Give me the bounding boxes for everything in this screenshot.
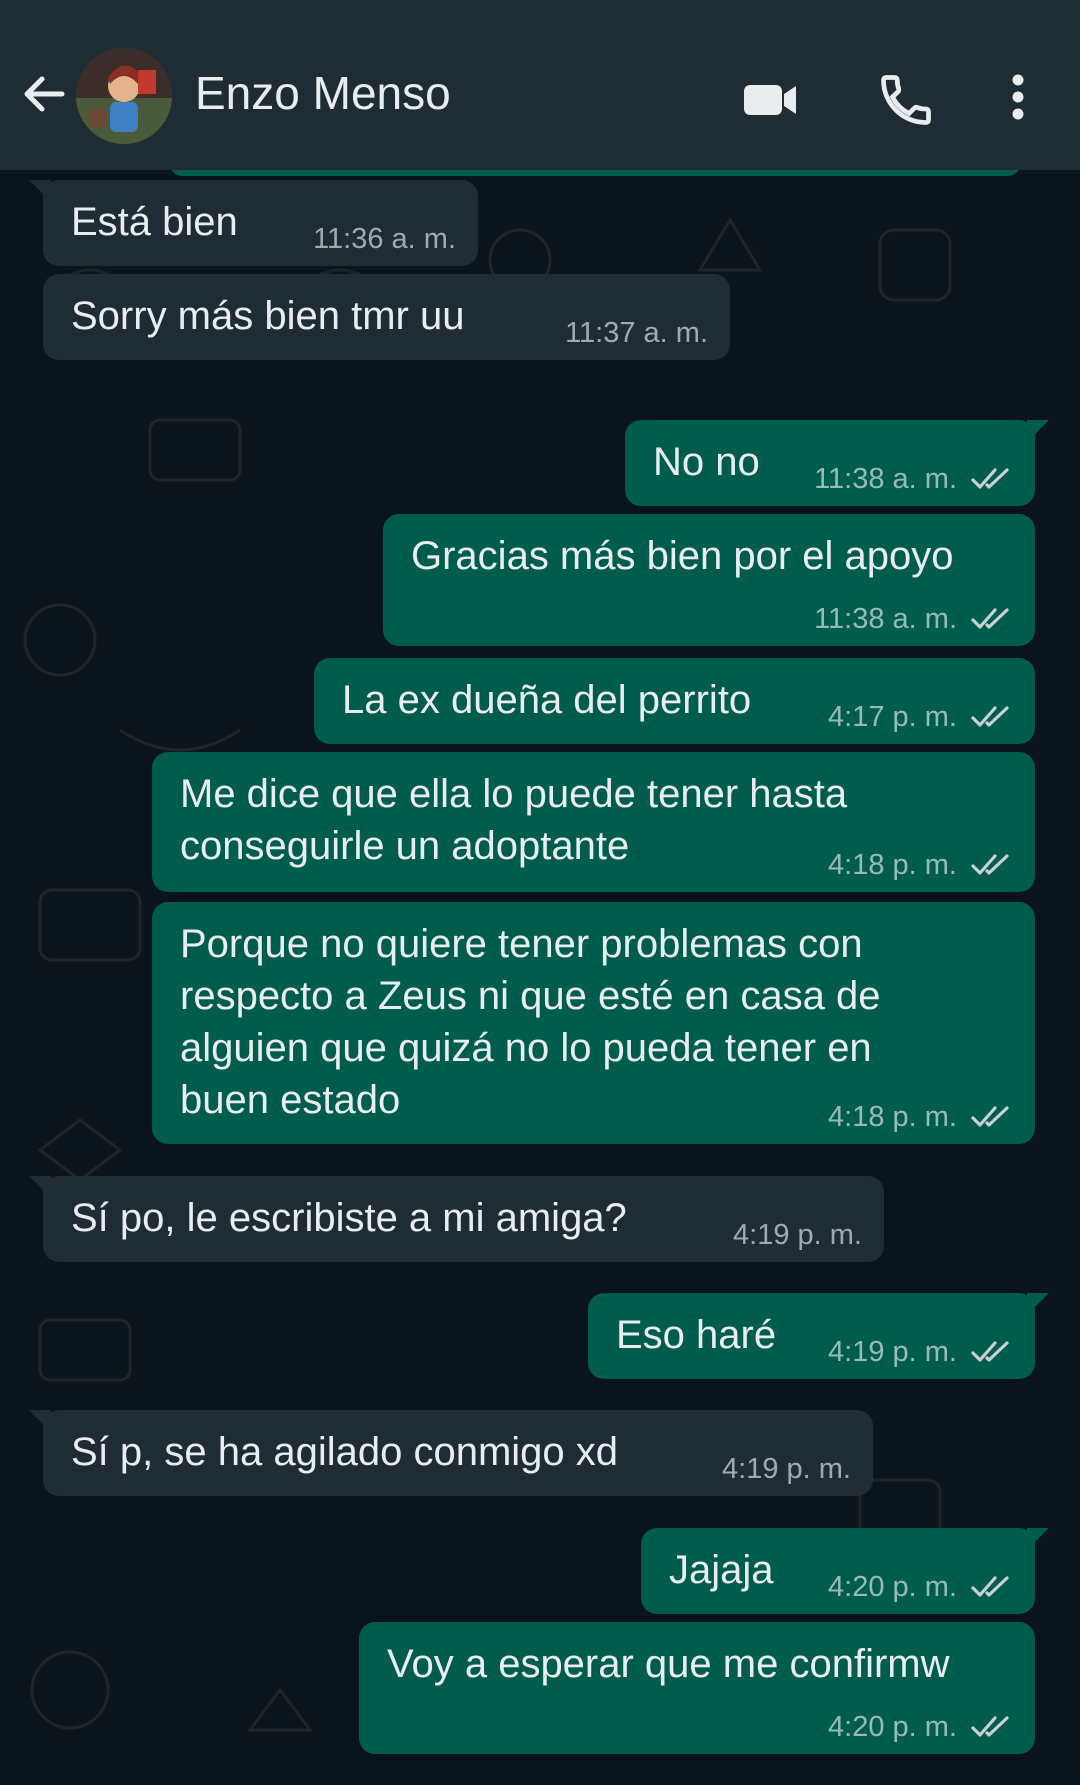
message-meta: 4:20 p. m. (828, 1570, 1013, 1604)
read-receipt-icon (971, 1341, 1009, 1362)
message-meta: 11:38 a. m. (814, 462, 1013, 496)
message-meta: 4:17 p. m. (828, 700, 1013, 734)
arrow-left-icon (24, 76, 65, 112)
message-outgoing[interactable]: Me dice que ella lo puede tener hasta co… (152, 752, 1035, 892)
message-outgoing[interactable]: La ex dueña del perrito 4:17 p. m. (314, 658, 1035, 744)
message-text: Está bien (71, 200, 238, 244)
message-time: 4:18 p. m. (828, 849, 957, 881)
message-text: Voy a esperar que me confirmw (387, 1642, 950, 1686)
message-time: 4:17 p. m. (828, 701, 957, 733)
read-receipt-icon (971, 608, 1009, 629)
read-receipt-icon (971, 1576, 1009, 1597)
message-text: Me dice que ella lo puede tener hasta co… (180, 772, 848, 868)
message-meta: 11:37 a. m. (565, 316, 708, 350)
message-text: Porque no quiere tener problemas con res… (180, 922, 881, 1122)
message-incoming[interactable]: Sí po, le escribiste a mi amiga? 4:19 p.… (29, 1176, 884, 1262)
message-outgoing[interactable]: Porque no quiere tener problemas con res… (152, 902, 1035, 1144)
message-meta: 11:36 a. m. (313, 222, 456, 256)
message-time: 11:36 a. m. (313, 223, 456, 255)
message-text: No no (653, 440, 760, 484)
message-outgoing[interactable]: No no 11:38 a. m. (625, 420, 1049, 506)
read-receipt-icon (971, 854, 1009, 875)
read-receipt-icon (971, 1106, 1009, 1127)
message-time: 11:38 a. m. (814, 603, 957, 635)
contact-photo-icon (76, 48, 172, 144)
message-time: 11:38 a. m. (814, 463, 957, 495)
phone-icon (881, 75, 931, 125)
chat-area[interactable]: Está bien 11:36 a. m. Sorry más bien tmr… (0, 170, 1080, 1785)
message-text: Sí p, se ha agilado conmigo xd (71, 1430, 619, 1474)
message-meta: 4:18 p. m. (828, 1100, 1013, 1134)
message-meta: 4:18 p. m. (828, 848, 1013, 882)
message-text: La ex dueña del perrito (342, 678, 752, 722)
message-time: 4:20 p. m. (828, 1711, 957, 1743)
message-outgoing[interactable]: Jajaja 4:20 p. m. (641, 1528, 1049, 1614)
previous-message-edge (170, 170, 1020, 176)
voice-call-button[interactable] (876, 70, 936, 130)
message-time: 4:19 p. m. (722, 1453, 851, 1485)
message-outgoing[interactable]: Voy a esperar que me confirmw 4:20 p. m. (359, 1622, 1035, 1754)
message-meta: 4:19 p. m. (828, 1335, 1013, 1369)
message-time: 4:18 p. m. (828, 1101, 957, 1133)
message-outgoing[interactable]: Eso haré 4:19 p. m. (588, 1293, 1049, 1379)
read-receipt-icon (971, 1716, 1009, 1737)
chat-header: Enzo Menso (0, 0, 1080, 170)
message-incoming[interactable]: Sí p, se ha agilado conmigo xd 4:19 p. m… (29, 1410, 873, 1496)
read-receipt-icon (971, 706, 1009, 727)
message-text: Eso haré (616, 1313, 777, 1357)
message-meta: 4:19 p. m. (722, 1452, 851, 1486)
read-receipt-icon (971, 468, 1009, 489)
message-time: 4:19 p. m. (828, 1336, 957, 1368)
message-text: Jajaja (669, 1548, 774, 1592)
more-options-button[interactable] (998, 70, 1038, 130)
video-call-button[interactable] (740, 70, 800, 130)
message-meta: 11:38 a. m. (814, 602, 1013, 636)
back-button[interactable] (20, 70, 68, 118)
message-meta: 4:20 p. m. (828, 1710, 1013, 1744)
message-text: Sorry más bien tmr uu (71, 294, 465, 338)
message-time: 11:37 a. m. (565, 317, 708, 349)
message-time: 4:19 p. m. (733, 1219, 862, 1251)
video-camera-icon (744, 85, 796, 115)
message-text: Gracias más bien por el apoyo (411, 534, 954, 578)
more-vertical-icon (1012, 74, 1024, 120)
avatar[interactable] (76, 48, 172, 144)
message-meta: 4:19 p. m. (733, 1218, 862, 1252)
message-outgoing[interactable]: Gracias más bien por el apoyo 11:38 a. m… (383, 514, 1035, 646)
message-text: Sí po, le escribiste a mi amiga? (71, 1196, 627, 1240)
message-incoming[interactable]: Sorry más bien tmr uu 11:37 a. m. (43, 274, 730, 360)
message-incoming[interactable]: Está bien 11:36 a. m. (29, 180, 478, 266)
message-time: 4:20 p. m. (828, 1571, 957, 1603)
contact-name[interactable]: Enzo Menso (195, 66, 451, 120)
